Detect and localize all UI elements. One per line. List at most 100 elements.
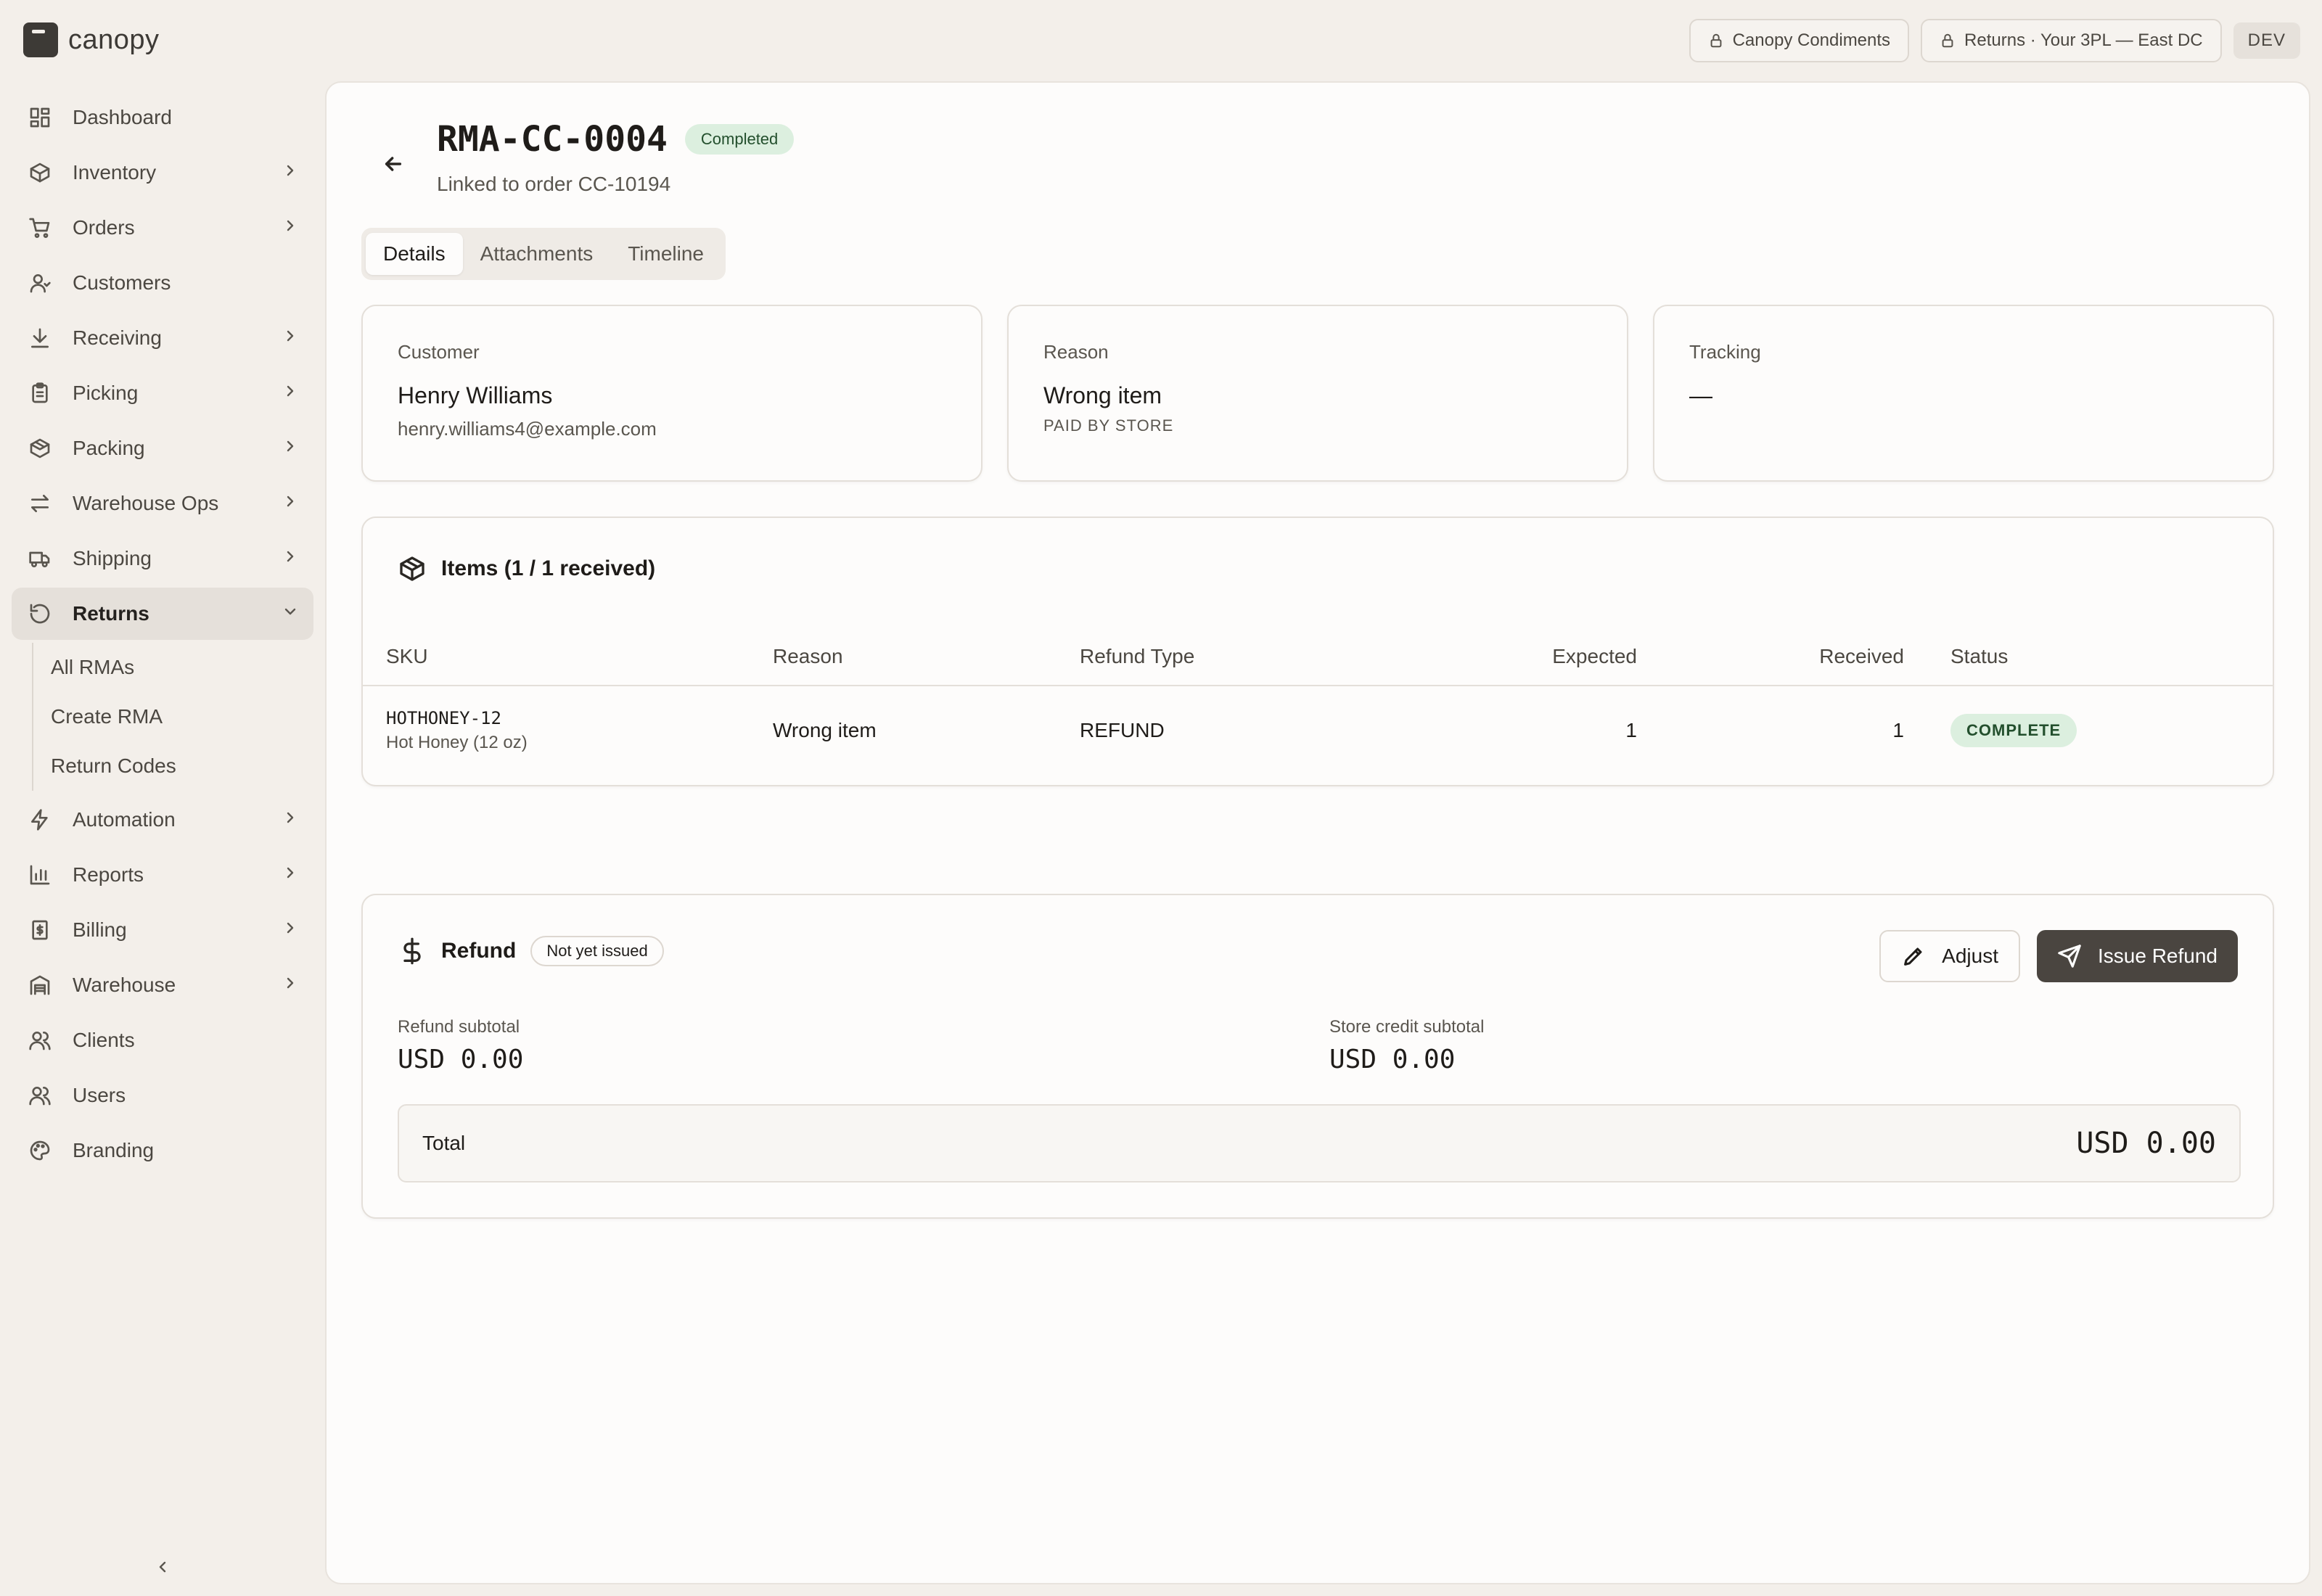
package-icon [400, 556, 424, 581]
sidebar-subitem-create-rma[interactable]: Create RMA [13, 692, 313, 741]
sidebar-item-returns[interactable]: Returns [12, 588, 313, 640]
sidebar-subitem-all-rmas[interactable]: All RMAs [13, 643, 313, 692]
sidebar-item-shipping[interactable]: Shipping [12, 532, 313, 585]
status-badge: COMPLETE [1950, 714, 2077, 747]
column-header-sku: SKU [386, 645, 428, 667]
reason-card: Reason Wrong item PAID BY STORE [1007, 305, 1628, 482]
sku-code: HOTHONEY-12 [386, 708, 501, 728]
package-icon [28, 436, 52, 461]
page-title: RMA-CC-0004 [437, 119, 668, 160]
issue-refund-label: Issue Refund [2098, 945, 2218, 967]
sidebar-item-warehouse[interactable]: Warehouse [12, 959, 313, 1011]
sidebar-item-label: Reports [73, 863, 144, 886]
rotate-icon [28, 601, 52, 626]
env-badge: DEV [2233, 22, 2300, 59]
sku-cell: HOTHONEY-12 Hot Honey (12 oz) [386, 708, 528, 753]
client-selector[interactable]: Canopy Condiments [1689, 19, 1910, 62]
chevron-right-icon [282, 808, 299, 831]
brand-logo[interactable]: canopy [23, 22, 160, 58]
returns-subnav: All RMAs Create RMA Return Codes [32, 643, 313, 791]
users-icon [28, 1028, 52, 1053]
sidebar-item-label: Users [73, 1084, 126, 1106]
chevron-right-icon [282, 918, 299, 942]
palette-icon [28, 1138, 52, 1163]
received-cell: 1 [1892, 719, 1904, 741]
tab-bar: Details Attachments Timeline [361, 228, 726, 280]
customer-label: Customer [398, 341, 480, 363]
tab-timeline[interactable]: Timeline [610, 233, 721, 275]
adjust-label: Adjust [1942, 945, 1998, 967]
chevron-right-icon [282, 547, 299, 570]
sidebar-item-inventory[interactable]: Inventory [12, 147, 313, 199]
bar-chart-icon [28, 863, 52, 887]
sidebar-item-picking[interactable]: Picking [12, 367, 313, 419]
sidebar-item-label: Billing [73, 918, 127, 941]
refund-title: Refund Not yet issued [398, 936, 664, 966]
sidebar-item-packing[interactable]: Packing [12, 422, 313, 474]
sidebar-item-customers[interactable]: Customers [12, 257, 313, 309]
tab-details[interactable]: Details [366, 233, 463, 275]
chevron-right-icon [282, 216, 299, 239]
tracking-value: — [1689, 382, 1712, 408]
sidebar-item-automation[interactable]: Automation [12, 794, 313, 846]
refund-subtotal-label: Refund subtotal [398, 1017, 520, 1037]
expected-cell: 1 [1625, 719, 1637, 741]
lock-icon [1710, 33, 1722, 48]
client-name: Canopy Condiments [1732, 30, 1891, 50]
sidebar-item-label: Orders [73, 216, 135, 239]
user-icon [28, 271, 52, 295]
chevron-right-icon [282, 974, 299, 997]
customer-email: henry.williams4@example.com [398, 418, 657, 440]
items-title: Items (1 / 1 received) [398, 554, 655, 583]
sidebar-item-dashboard[interactable]: Dashboard [12, 91, 313, 144]
sidebar-item-branding[interactable]: Branding [12, 1124, 313, 1177]
box-icon [28, 160, 52, 185]
sidebar: canopy Dashboard Inventory Orders Custom… [0, 0, 325, 1596]
sidebar-item-label: Automation [73, 808, 176, 831]
sidebar-item-warehouse-ops[interactable]: Warehouse Ops [12, 477, 313, 530]
refund-type-cell: REFUND [1080, 719, 1165, 741]
sidebar-item-reports[interactable]: Reports [12, 849, 313, 901]
column-header-received: Received [1819, 645, 1904, 667]
total-amount: USD 0.00 [2076, 1127, 2216, 1160]
back-button[interactable] [377, 148, 409, 180]
page-header: RMA-CC-0004 Completed Linked to order CC… [377, 119, 795, 196]
main-panel: RMA-CC-0004 Completed Linked to order CC… [325, 81, 2310, 1584]
sidebar-subitem-return-codes[interactable]: Return Codes [13, 741, 313, 791]
sidebar-item-users[interactable]: Users [12, 1069, 313, 1122]
download-icon [28, 326, 52, 350]
collapse-sidebar-button[interactable] [149, 1554, 176, 1580]
lock-icon [1942, 33, 1953, 48]
sidebar-item-label: Dashboard [73, 106, 172, 128]
topbar: Canopy Condiments Returns · Your 3PL — E… [1689, 19, 2300, 62]
context-selector[interactable]: Returns · Your 3PL — East DC [1921, 19, 2222, 62]
table-row[interactable]: HOTHONEY-12 Hot Honey (12 oz) Wrong item… [363, 686, 2273, 775]
tracking-card: Tracking — [1653, 305, 2274, 482]
arrow-left-icon [385, 157, 402, 171]
reason-cell: Wrong item [773, 719, 877, 741]
store-credit-subtotal: Store credit subtotal USD 0.00 [1329, 1017, 1484, 1074]
issue-refund-button[interactable]: Issue Refund [2037, 930, 2238, 982]
chevron-right-icon [282, 492, 299, 515]
adjust-button[interactable]: Adjust [1879, 930, 2020, 982]
reason-label: Reason [1043, 341, 1109, 363]
clipboard-icon [28, 381, 52, 406]
dashboard-icon [28, 105, 52, 130]
customer-name: Henry Williams [398, 382, 553, 408]
sidebar-item-clients[interactable]: Clients [12, 1014, 313, 1066]
sidebar-item-receiving[interactable]: Receiving [12, 312, 313, 364]
sidebar-item-label: Clients [73, 1029, 135, 1051]
customer-card: Customer Henry Williams henry.williams4@… [361, 305, 982, 482]
refund-subtotal-amount: USD 0.00 [398, 1045, 524, 1074]
dollar-icon [403, 937, 421, 965]
sidebar-item-orders[interactable]: Orders [12, 202, 313, 254]
items-title-text: Items (1 / 1 received) [441, 556, 656, 580]
tracking-label: Tracking [1689, 341, 1761, 363]
sidebar-item-label: Packing [73, 437, 145, 459]
column-header-reason: Reason [773, 645, 843, 667]
sidebar-item-label: Branding [73, 1139, 155, 1161]
sidebar-item-billing[interactable]: Billing [12, 904, 313, 956]
tab-attachments[interactable]: Attachments [463, 233, 611, 275]
store-credit-label: Store credit subtotal [1329, 1017, 1485, 1037]
column-header-refund-type: Refund Type [1080, 645, 1195, 667]
